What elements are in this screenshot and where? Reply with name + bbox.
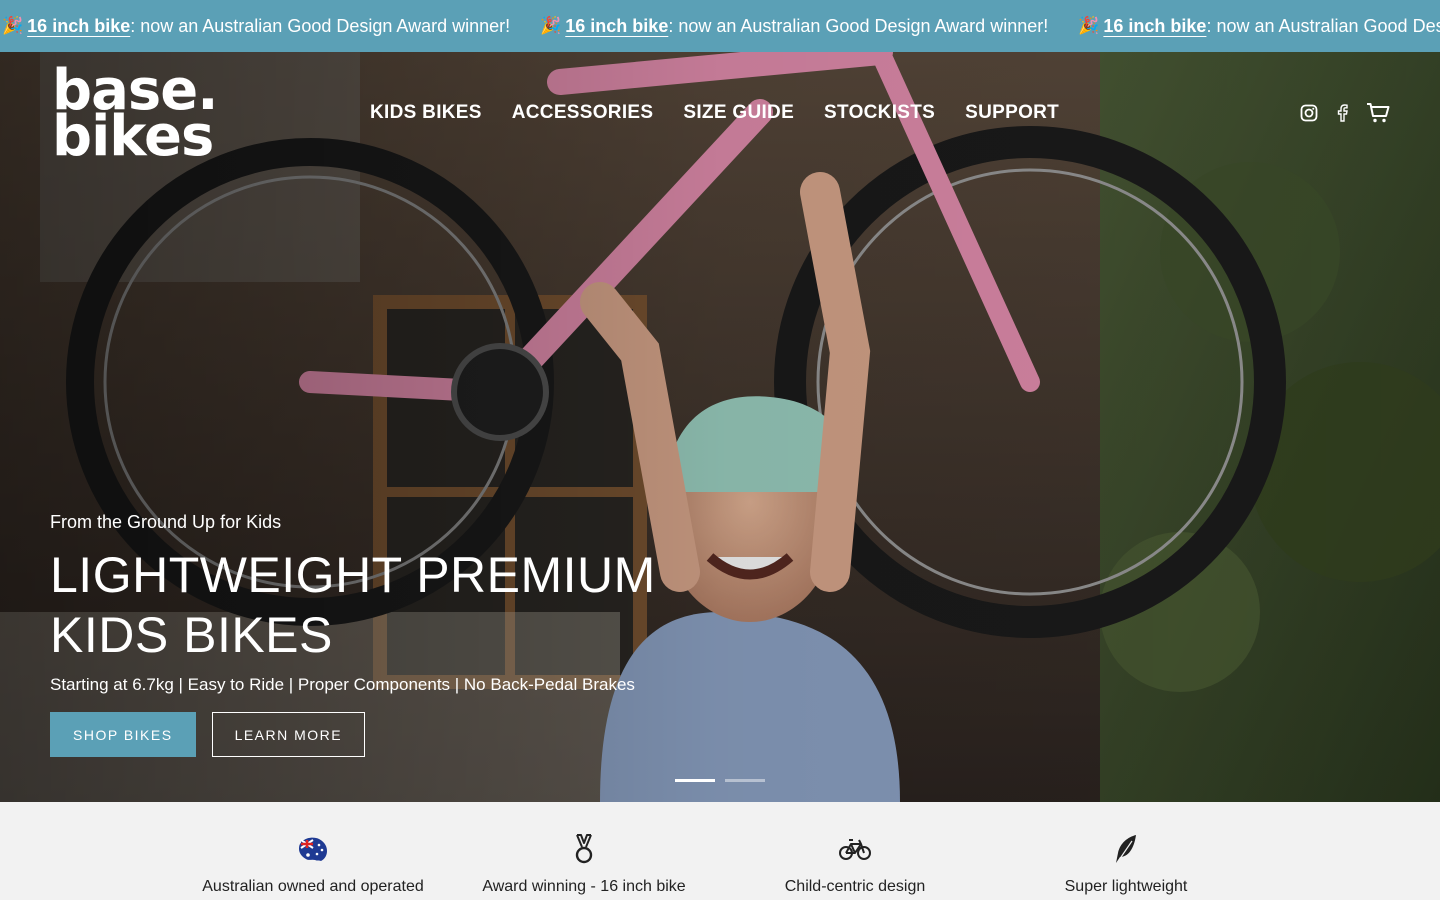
hero-headline-line-2: KIDS BIKES bbox=[50, 607, 333, 663]
logo[interactable]: base. bikes bbox=[52, 63, 218, 169]
nav-item-support[interactable]: SUPPORT bbox=[965, 102, 1059, 124]
announcement-link[interactable]: 16 inch bike bbox=[565, 14, 668, 38]
feature-item: Child-centric design bbox=[715, 832, 995, 896]
australia-flag-icon bbox=[173, 832, 453, 866]
announcement-link[interactable]: 16 inch bike bbox=[27, 14, 130, 38]
party-icon: 🎉 bbox=[1078, 16, 1100, 35]
facebook-icon[interactable] bbox=[1336, 104, 1348, 122]
party-icon: 🎉 bbox=[2, 16, 24, 35]
shop-bikes-button[interactable]: SHOP BIKES bbox=[50, 712, 196, 757]
feather-icon bbox=[986, 832, 1266, 866]
feature-label: Super lightweight bbox=[1064, 878, 1188, 895]
feature-label: Australian owned and operated bbox=[202, 878, 424, 895]
hero-cta-row: SHOP BIKES LEARN MORE bbox=[50, 712, 750, 757]
logo-line-2: bikes bbox=[52, 104, 214, 169]
hero-copy: From the Ground Up for Kids LIGHTWEIGHT … bbox=[50, 512, 750, 757]
party-icon: 🎉 bbox=[540, 16, 562, 35]
medal-icon bbox=[444, 832, 724, 866]
announcement-text: : now an Australian Good Design Award wi… bbox=[1206, 16, 1440, 36]
feature-label: Award winning - 16 inch bike bbox=[482, 878, 686, 895]
main-nav: KIDS BIKES ACCESSORIES SIZE GUIDE STOCKI… bbox=[370, 102, 1059, 124]
announcement-text: : now an Australian Good Design Award wi… bbox=[668, 16, 1049, 36]
announcement-bar: 🎉 16 inch bike : now an Australian Good … bbox=[0, 0, 1440, 52]
hero-headline-line-1: LIGHTWEIGHT PREMIUM bbox=[50, 547, 656, 603]
hero-headline: LIGHTWEIGHT PREMIUM KIDS BIKES bbox=[50, 545, 750, 665]
hero-subline: Starting at 6.7kg | Easy to Ride | Prope… bbox=[50, 675, 635, 694]
slide-dot-1[interactable] bbox=[675, 779, 715, 782]
feature-strip: Australian owned and operated Award winn… bbox=[0, 802, 1440, 900]
hero-banner: base. bikes KIDS BIKES ACCESSORIES SIZE … bbox=[0, 52, 1440, 802]
announcement-item: 🎉 16 inch bike : now an Australian Good … bbox=[1078, 14, 1440, 38]
feature-item: Super lightweight bbox=[986, 832, 1266, 896]
announcement-item: 🎉 16 inch bike : now an Australian Good … bbox=[2, 14, 510, 38]
announcement-track: 🎉 16 inch bike : now an Australian Good … bbox=[2, 14, 1440, 38]
slideshow-dots bbox=[675, 779, 765, 782]
announcement-link[interactable]: 16 inch bike bbox=[1103, 14, 1206, 38]
nav-item-stockists[interactable]: STOCKISTS bbox=[824, 102, 935, 124]
feature-label: Child-centric design bbox=[784, 878, 926, 895]
nav-item-kids-bikes[interactable]: KIDS BIKES bbox=[370, 102, 482, 124]
nav-item-size-guide[interactable]: SIZE GUIDE bbox=[683, 102, 794, 124]
slide-dot-2[interactable] bbox=[725, 779, 765, 782]
hero-eyebrow: From the Ground Up for Kids bbox=[50, 512, 282, 532]
learn-more-button[interactable]: LEARN MORE bbox=[211, 712, 366, 757]
bicycle-icon bbox=[715, 832, 995, 866]
header-icons bbox=[1300, 102, 1390, 124]
cart-icon[interactable] bbox=[1366, 102, 1390, 124]
announcement-item: 🎉 16 inch bike : now an Australian Good … bbox=[540, 14, 1048, 38]
announcement-text: : now an Australian Good Design Award wi… bbox=[130, 16, 511, 36]
feature-item: Award winning - 16 inch bike bbox=[444, 832, 724, 896]
feature-item: Australian owned and operated bbox=[173, 832, 453, 896]
nav-item-accessories[interactable]: ACCESSORIES bbox=[512, 102, 654, 124]
instagram-icon[interactable] bbox=[1300, 104, 1318, 122]
